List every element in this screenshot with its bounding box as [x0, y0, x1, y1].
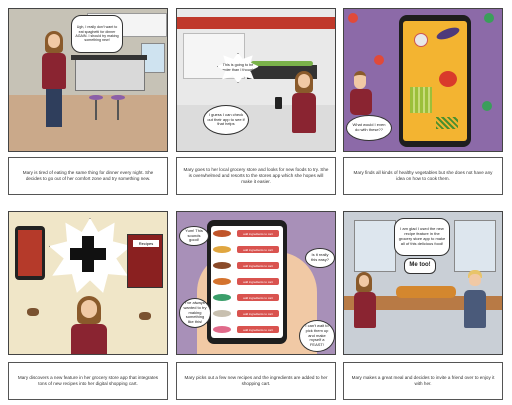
mary-face	[81, 300, 97, 318]
caption-1: Mary is tired of eating the same thing f…	[8, 157, 168, 195]
kitchen-floor	[9, 95, 167, 151]
speech-bubble: Is it really this easy?	[305, 248, 335, 268]
recipe-image	[213, 278, 231, 285]
panel-5-add-to-cart: add ingredients to cart add ingredients …	[176, 211, 336, 355]
recipe-image	[213, 310, 231, 317]
green-beans-icon	[436, 117, 458, 129]
recipe-image	[213, 230, 231, 237]
add-ingredients-button[interactable]: add ingredients to cart	[237, 246, 279, 253]
recipe-image	[213, 294, 231, 301]
speech-bubble: I am glad I used the new recipe feature …	[394, 218, 450, 256]
food-rock	[139, 312, 151, 320]
caption-4: Mary discovers a new feature in her groc…	[8, 362, 168, 400]
add-ingredients-button[interactable]: add ingredients to cart	[237, 278, 279, 285]
add-ingredients-button[interactable]: add ingredients to cart	[237, 230, 279, 237]
add-ingredients-button[interactable]: add ingredients to cart	[237, 326, 279, 333]
counter-top	[71, 55, 147, 60]
add-ingredients-button[interactable]: add ingredients to cart	[237, 310, 279, 317]
question-mark-icon	[374, 55, 384, 65]
speech-bubble: What would I even do with these??	[346, 115, 392, 141]
mary-face	[48, 34, 60, 48]
exclamation-icon	[484, 13, 494, 23]
panel-2-grocery-store: This is going to be harder than I though…	[176, 8, 336, 152]
mary-face	[354, 71, 366, 89]
mary-body	[71, 324, 107, 354]
add-ingredients-button[interactable]: add ingredients to cart	[237, 294, 279, 301]
mary-face	[298, 74, 310, 88]
mary-body	[354, 292, 376, 328]
mary-body	[350, 89, 372, 115]
window	[454, 220, 496, 272]
phone-app-screen	[18, 230, 42, 276]
panel-1-kitchen: Ugh, I really don't want to eat spaghett…	[8, 8, 168, 152]
caption-2: Mary goes to her local grocery store and…	[176, 157, 336, 195]
exclamation-icon	[482, 101, 492, 111]
recipe-image	[213, 326, 231, 333]
panel-3-vegetables: What would I even do with these??	[343, 8, 503, 152]
panel-6-dinner: I am glad I used the new recipe feature …	[343, 211, 503, 355]
friend-face	[469, 274, 481, 286]
plus-icon-bar	[70, 248, 106, 260]
celery-icon	[410, 87, 432, 113]
speech-bubble: I guess I can check out their app to see…	[203, 105, 249, 135]
food-spread	[396, 286, 456, 298]
question-mark-icon	[348, 13, 358, 23]
mary-legs	[46, 89, 62, 127]
caption-6: Mary makes a great meal and decides to i…	[343, 362, 503, 400]
radish-icon	[414, 33, 428, 47]
add-ingredients-button[interactable]: add ingredients to cart	[237, 262, 279, 269]
recipe-image	[213, 262, 231, 269]
kitchen-island	[75, 57, 145, 91]
phone-icon	[275, 97, 282, 109]
stool-legs-2	[117, 100, 119, 120]
store-sign-strip	[177, 17, 335, 29]
speech-bubble: Me too!	[404, 258, 436, 274]
speech-bubble: Ugh, I really don't want to eat spaghett…	[71, 15, 123, 53]
recipe-image	[213, 246, 231, 253]
mary-body	[42, 53, 66, 89]
recipe-book-label: Recipes	[133, 240, 159, 247]
panel-4-recipes-feature: Recipes	[8, 211, 168, 355]
produce-items	[251, 61, 313, 66]
food-rock	[27, 308, 39, 316]
tomato-icon	[439, 71, 457, 87]
window	[354, 220, 396, 272]
caption-3: Mary finds all kinds of healthy vegetabl…	[343, 157, 503, 195]
speech-bubble: Yum! This sounds good!	[179, 226, 209, 246]
speech-bubble: I can't wait to pick them up and make my…	[299, 320, 335, 352]
stool-legs	[95, 100, 97, 120]
mary-body	[292, 93, 316, 133]
speech-bubble: I've always wanted to try making somethi…	[179, 298, 211, 328]
mary-face	[359, 275, 369, 287]
caption-5: Mary picks out a few new recipes and the…	[176, 362, 336, 400]
friend-body	[464, 290, 486, 328]
